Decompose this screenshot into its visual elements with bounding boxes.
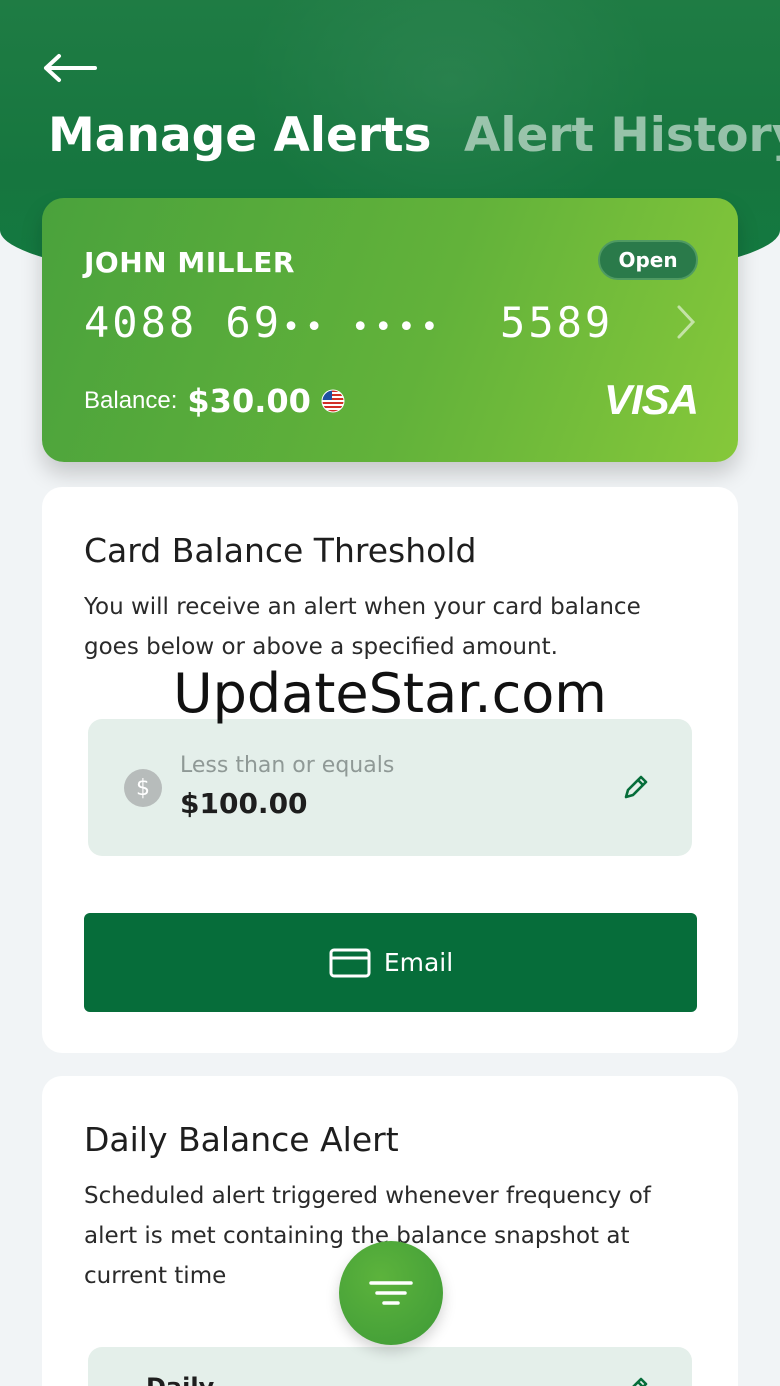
filter-button[interactable]	[339, 1241, 443, 1345]
dollar-icon: $	[124, 769, 162, 807]
pencil-icon[interactable]	[620, 1373, 652, 1386]
panel-description: You will receive an alert when your card…	[84, 594, 641, 660]
card-holder-name: JOHN MILLER	[84, 246, 295, 279]
condition-value: $100.00	[180, 787, 308, 820]
card-number-start: 4088 69	[84, 298, 283, 347]
card-number: 4088 69•• •••• 5589	[84, 298, 613, 347]
email-button-label: Email	[383, 948, 454, 977]
tab-alert-history[interactable]: Alert History	[464, 108, 780, 163]
pencil-icon[interactable]	[620, 771, 652, 803]
visa-logo: VISA	[603, 376, 699, 423]
frequency-selector[interactable]: Daily	[88, 1347, 692, 1386]
condition-label: Less than or equals	[180, 753, 395, 778]
balance-amount: $30.00	[187, 382, 311, 420]
email-button[interactable]: Email	[84, 913, 697, 1012]
card-balance: Balance: $30.00	[84, 382, 345, 420]
mail-icon	[329, 948, 371, 977]
chevron-right-icon	[677, 305, 696, 339]
card-number-end: 5589	[500, 298, 614, 347]
balance-label: Balance:	[84, 387, 178, 414]
back-button[interactable]	[42, 48, 102, 88]
filter-lines-icon	[369, 1281, 413, 1305]
watermark: UpdateStar.com	[173, 662, 607, 725]
threshold-alert-panel: Card Balance Threshold You will receive …	[42, 487, 738, 1053]
payment-card[interactable]: JOHN MILLER Open 4088 69•• •••• 5589 Bal…	[42, 198, 738, 462]
threshold-condition[interactable]: $ Less than or equals $100.00	[88, 719, 692, 856]
card-number-masked: •• ••••	[282, 310, 444, 345]
arrow-left-icon	[44, 54, 97, 82]
frequency-value: Daily	[146, 1373, 214, 1386]
us-flag-icon	[321, 389, 345, 413]
status-badge: Open	[598, 240, 698, 280]
tab-manage-alerts[interactable]: Manage Alerts	[48, 108, 432, 163]
panel-title: Card Balance Threshold	[84, 531, 477, 570]
panel-title: Daily Balance Alert	[84, 1120, 399, 1159]
